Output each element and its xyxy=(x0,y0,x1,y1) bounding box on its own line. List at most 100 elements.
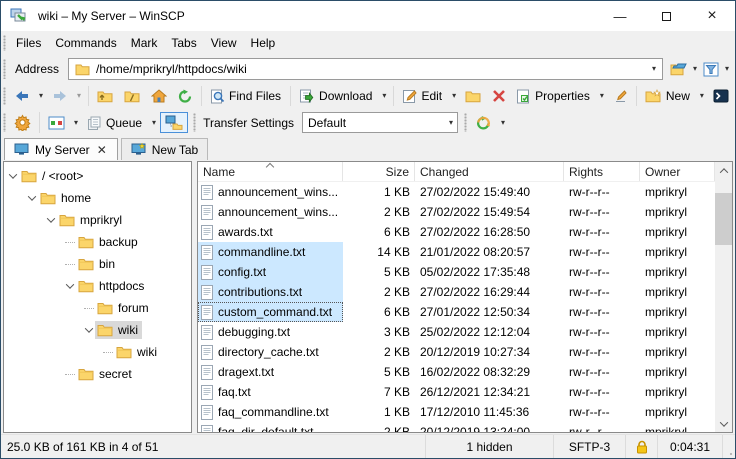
file-name-cell[interactable]: faq_dir_default.txt xyxy=(198,422,343,432)
tree-node[interactable]: bin xyxy=(76,255,119,273)
download-dropdown-icon[interactable]: ▾ xyxy=(378,92,390,100)
scrollbar-thumb[interactable] xyxy=(715,193,732,245)
maximize-button[interactable] xyxy=(643,1,689,31)
file-row[interactable]: faq_dir_default.txt 2 KB 20/12/2019 13:2… xyxy=(198,422,715,432)
tree-node[interactable]: wiki xyxy=(114,343,161,361)
refresh-button[interactable] xyxy=(172,86,198,107)
transfer-settings-select[interactable]: Default ▾ xyxy=(302,112,458,133)
file-name-cell[interactable]: custom_command.txt xyxy=(198,302,343,322)
transfer-grip[interactable] xyxy=(193,113,196,132)
status-hidden-count[interactable]: 1 hidden xyxy=(426,435,554,458)
file-name-cell[interactable]: announcement_wins... xyxy=(198,202,343,222)
scroll-down-icon[interactable] xyxy=(715,415,732,432)
expand-chevron-icon[interactable] xyxy=(63,242,76,243)
tree-item[interactable]: forum xyxy=(4,297,191,319)
file-name-cell[interactable]: contributions.txt xyxy=(198,282,343,302)
expand-chevron-icon[interactable] xyxy=(82,327,95,333)
file-name-cell[interactable]: announcement_wins... xyxy=(198,182,343,202)
file-row[interactable]: dragext.txt 5 KB 16/02/2022 08:32:29 rw-… xyxy=(198,362,715,382)
panel-layout-button[interactable] xyxy=(43,113,70,133)
expand-chevron-icon[interactable] xyxy=(6,173,19,179)
transfer-settings-dropdown-icon[interactable]: ▾ xyxy=(445,119,457,127)
vertical-scrollbar[interactable] xyxy=(715,162,732,432)
minimize-button[interactable]: — xyxy=(597,1,643,31)
sync-grip[interactable] xyxy=(464,113,467,132)
file-name-cell[interactable]: commandline.txt xyxy=(198,242,343,262)
expand-chevron-icon[interactable] xyxy=(82,308,95,309)
rename-button[interactable] xyxy=(608,86,633,107)
file-row[interactable]: directory_cache.txt 2 KB 20/12/2019 10:2… xyxy=(198,342,715,362)
resize-grip[interactable] xyxy=(723,435,735,458)
new-button[interactable]: New xyxy=(640,86,696,106)
address-path[interactable]: /home/mprikryl/httpdocs/wiki xyxy=(92,62,648,76)
expand-chevron-icon[interactable] xyxy=(63,283,76,289)
tree-node[interactable]: home xyxy=(38,189,95,207)
panel-layout-dropdown-icon[interactable]: ▾ xyxy=(70,119,82,127)
expand-chevron-icon[interactable] xyxy=(44,217,57,223)
download-button[interactable]: Download xyxy=(294,86,378,107)
tab-my-server[interactable]: My Server ✕ xyxy=(4,138,118,160)
synchronize-browsing-button[interactable] xyxy=(470,112,497,134)
file-row[interactable]: faq.txt 7 KB 26/12/2021 12:34:21 rw-r--r… xyxy=(198,382,715,402)
expand-chevron-icon[interactable] xyxy=(101,352,114,353)
tree-item[interactable]: mprikryl xyxy=(4,209,191,231)
tree-item[interactable]: home xyxy=(4,187,191,209)
tab-new-tab[interactable]: New Tab xyxy=(121,138,208,160)
toolbar1-grip[interactable] xyxy=(3,87,6,105)
tree-item[interactable]: wiki xyxy=(4,341,191,363)
scrollbar-track[interactable] xyxy=(715,179,732,415)
back-button[interactable] xyxy=(9,86,35,106)
parent-directory-button[interactable] xyxy=(92,86,119,106)
filter-button[interactable] xyxy=(701,60,721,79)
scroll-up-icon[interactable] xyxy=(715,162,732,179)
tree-item[interactable]: httpdocs xyxy=(4,275,191,297)
expand-chevron-icon[interactable] xyxy=(63,264,76,265)
file-row[interactable]: custom_command.txt 6 KB 27/01/2022 12:50… xyxy=(198,302,715,322)
root-directory-button[interactable] xyxy=(119,86,146,106)
find-files-button[interactable]: Find Files xyxy=(205,86,287,107)
tree-node[interactable]: secret xyxy=(76,365,136,383)
new-dropdown-icon[interactable]: ▾ xyxy=(696,92,708,100)
status-lock[interactable] xyxy=(626,435,658,458)
file-row[interactable]: config.txt 5 KB 05/02/2022 17:35:48 rw-r… xyxy=(198,262,715,282)
copy-button[interactable] xyxy=(460,86,487,106)
menu-item[interactable]: Tabs xyxy=(164,31,203,55)
tree-item[interactable]: secret xyxy=(4,363,191,385)
file-name-cell[interactable]: config.txt xyxy=(198,262,343,282)
file-row[interactable]: debugging.txt 3 KB 25/02/2022 12:12:04 r… xyxy=(198,322,715,342)
file-row[interactable]: announcement_wins... 1 KB 27/02/2022 15:… xyxy=(198,182,715,202)
open-directory-dropdown-icon[interactable]: ▾ xyxy=(689,65,701,73)
status-protocol[interactable]: SFTP-3 xyxy=(554,435,626,458)
file-name-cell[interactable]: faq_commandline.txt xyxy=(198,402,343,422)
tree-node[interactable]: forum xyxy=(95,299,153,317)
file-name-cell[interactable]: directory_cache.txt xyxy=(198,342,343,362)
tree-toggle-button[interactable] xyxy=(160,112,188,133)
expand-chevron-icon[interactable] xyxy=(63,374,76,375)
properties-button[interactable]: Properties xyxy=(511,86,596,107)
queue-dropdown-icon[interactable]: ▾ xyxy=(148,119,160,127)
edit-button[interactable]: Edit xyxy=(397,86,448,107)
console-button[interactable] xyxy=(708,86,734,106)
file-row[interactable]: announcement_wins... 2 KB 27/02/2022 15:… xyxy=(198,202,715,222)
address-grip[interactable] xyxy=(3,59,6,79)
tree-node[interactable]: wiki xyxy=(95,321,142,339)
file-name-cell[interactable]: faq.txt xyxy=(198,382,343,402)
forward-dropdown-icon[interactable]: ▾ xyxy=(73,92,85,100)
address-input[interactable]: /home/mprikryl/httpdocs/wiki ▾ xyxy=(68,58,663,80)
forward-button[interactable] xyxy=(47,86,73,106)
file-row[interactable]: faq_commandline.txt 1 KB 17/12/2010 11:4… xyxy=(198,402,715,422)
properties-dropdown-icon[interactable]: ▾ xyxy=(596,92,608,100)
synchronize-browsing-dropdown-icon[interactable]: ▾ xyxy=(497,119,509,127)
queue-button[interactable]: Queue xyxy=(82,113,148,133)
edit-dropdown-icon[interactable]: ▾ xyxy=(448,92,460,100)
column-header-changed[interactable]: Changed xyxy=(415,162,564,181)
file-name-cell[interactable]: dragext.txt xyxy=(198,362,343,382)
menu-grip[interactable] xyxy=(3,35,6,51)
column-header-owner[interactable]: Owner xyxy=(640,162,715,181)
file-name-cell[interactable]: debugging.txt xyxy=(198,322,343,342)
tree-node[interactable]: mprikryl xyxy=(57,211,126,229)
tree-item[interactable]: wiki xyxy=(4,319,191,341)
menu-item[interactable]: Files xyxy=(9,31,48,55)
column-header-rights[interactable]: Rights xyxy=(564,162,640,181)
file-row[interactable]: commandline.txt 14 KB 21/01/2022 08:20:5… xyxy=(198,242,715,262)
